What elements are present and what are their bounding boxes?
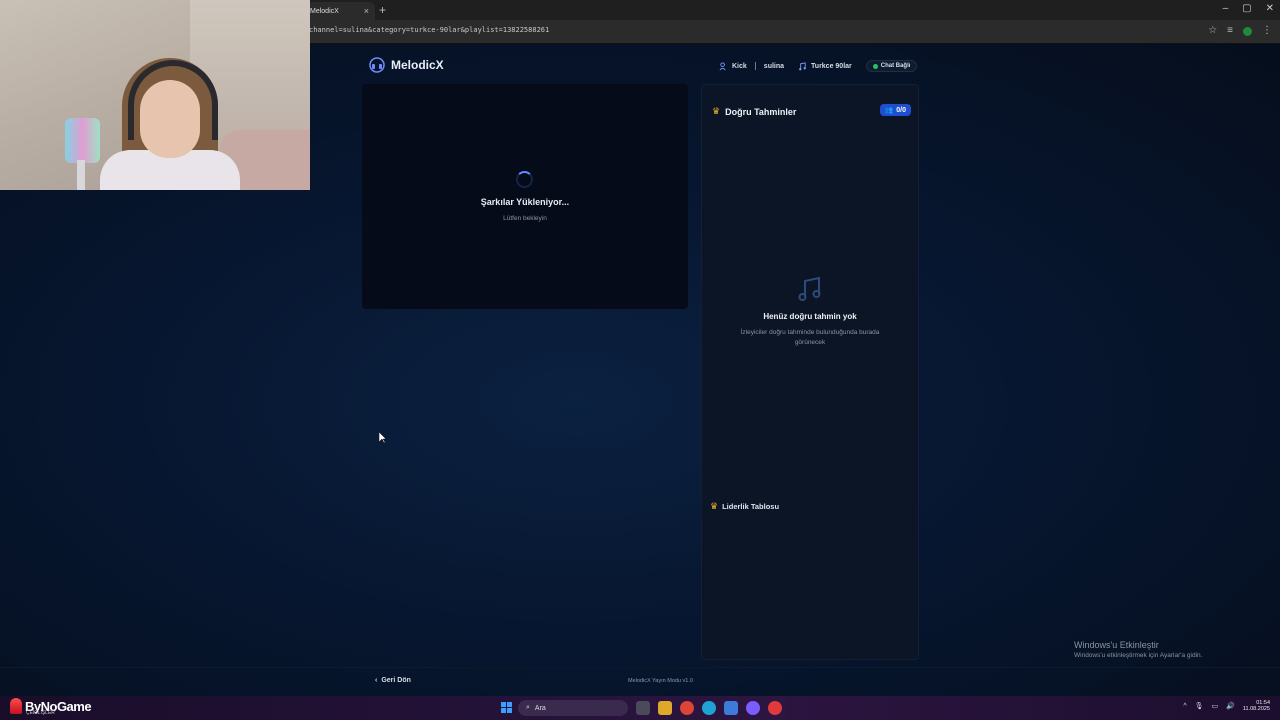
music-note-icon [798,276,821,301]
windows-activation-watermark: Windows'u Etkinleştir Windows'u etkinleş… [1074,640,1202,659]
extension-icon[interactable] [1243,25,1252,39]
menu-icon[interactable]: ⋮ [1262,25,1272,39]
headphones-logo-icon [369,57,385,73]
clock[interactable]: 01:54 11.08.2025 [1243,700,1270,713]
crown-icon: ♛ [710,501,719,511]
empty-state-title: Henüz doğru tahmin yok [763,312,857,321]
brand-subtitle: ÇEKİLİŞLER [26,710,55,716]
header-info: Kick sulina Turkce 90lar Chat Bağlı [719,60,918,72]
network-icon[interactable]: ▭ [1212,702,1219,710]
chrome-icon[interactable] [680,701,694,715]
address-bar-icons: ☆ ≡ ⋮ [1208,25,1272,39]
file-explorer-icon[interactable] [658,701,672,715]
mic-stand-image [77,160,85,190]
search-icon: ⌕ [526,704,530,711]
guesses-panel: ♛ Doğru Tahminler 👥 0/0 Henüz doğru tahm… [701,84,919,660]
chat-status-badge: Chat Bağlı [865,60,918,72]
footer-divider [0,667,1280,668]
browser-tab[interactable]: MelodicX × [305,2,375,20]
users-icon: 👥 [884,107,894,114]
windows-taskbar: ByNoGame ÇEKİLİŞLER ⌕ Ara ^ 🎙 ▭ 🔊 01:54 … [0,696,1280,720]
activation-title: Windows'u Etkinleştir [1074,640,1159,650]
users-icon [719,61,726,70]
url-field[interactable]: channel=sulina&category=turkce-90lar&pla… [309,26,549,34]
maximize-button[interactable]: ▢ [1242,3,1251,14]
music-note-icon [799,61,806,70]
status-dot-icon [872,63,878,69]
guess-count: 0/0 [896,106,906,114]
category-info: Turkce 90lar [798,61,852,71]
platform-label: Kick [732,62,747,70]
media-icon[interactable]: ≡ [1227,25,1233,39]
back-label: Geri Dön [381,677,411,684]
channel-name: sulina [763,62,785,70]
webcam-overlay [0,0,310,190]
windows-start-icon[interactable] [501,702,513,714]
microphone-icon[interactable]: 🎙 [1195,702,1204,710]
loading-spinner-icon [516,171,533,188]
search-placeholder: Ara [534,704,546,712]
tab-close-icon[interactable]: × [364,6,369,16]
close-window-button[interactable]: ✕ [1266,3,1274,14]
leaderboard-title: Liderlik Tablosu [722,502,780,511]
version-label: MelodicX Yayın Modu v1.0 [628,678,693,684]
channel-info: Kick sulina [719,61,785,71]
leaderboard-header: ♛ Liderlik Tablosu [710,501,779,512]
obs-icon[interactable] [768,701,782,715]
discord-icon[interactable] [746,701,760,715]
chevron-up-icon[interactable]: ^ [1183,703,1186,710]
back-button[interactable]: ‹ Geri Dön [375,677,411,684]
taskbar-apps [636,701,782,715]
steam-icon[interactable] [724,701,738,715]
task-view-icon[interactable] [636,701,650,715]
guesses-title: Doğru Tahminler [725,106,797,117]
system-tray: ^ 🎙 ▭ 🔊 01:54 11.08.2025 [1183,700,1270,713]
bookmark-star-icon[interactable]: ☆ [1208,25,1217,39]
loading-title: Şarkılar Yükleniyor... [480,197,570,207]
clock-date: 11.08.2025 [1242,706,1270,713]
logo-text: MelodicX [391,58,444,72]
volume-icon[interactable]: 🔊 [1226,702,1235,710]
flame-icon [10,698,22,714]
logo[interactable]: MelodicX [369,57,444,73]
activation-subtitle: Windows'u etkinleştirmek için Ayarlar'a … [1074,652,1203,659]
headphones-image [128,60,218,140]
crown-icon: ♛ [712,106,721,116]
separator [754,62,756,70]
category-label: Turkce 90lar [811,62,852,70]
chat-status-label: Chat Bağlı [880,63,911,69]
guesses-header: ♛ Doğru Tahminler [712,106,796,117]
tab-title: MelodicX [310,7,339,15]
loading-subtitle: Lütfen bekleyin [503,215,547,222]
edge-icon[interactable] [702,701,716,715]
minimize-button[interactable]: – [1223,3,1229,14]
empty-state-subtitle: İzleyiciler doğru tahminde bulunduğunda … [740,329,880,346]
mouse-cursor-icon [379,432,387,444]
new-tab-button[interactable]: + [379,3,386,17]
player-panel: Şarkılar Yükleniyor... Lütfen bekleyin [362,84,688,309]
window-controls: – ▢ ✕ [1223,3,1274,14]
chevron-left-icon: ‹ [375,677,378,684]
guess-count-badge: 👥 0/0 [879,104,911,116]
microphone-image [65,118,100,163]
taskbar-search[interactable]: ⌕ Ara [518,700,628,716]
